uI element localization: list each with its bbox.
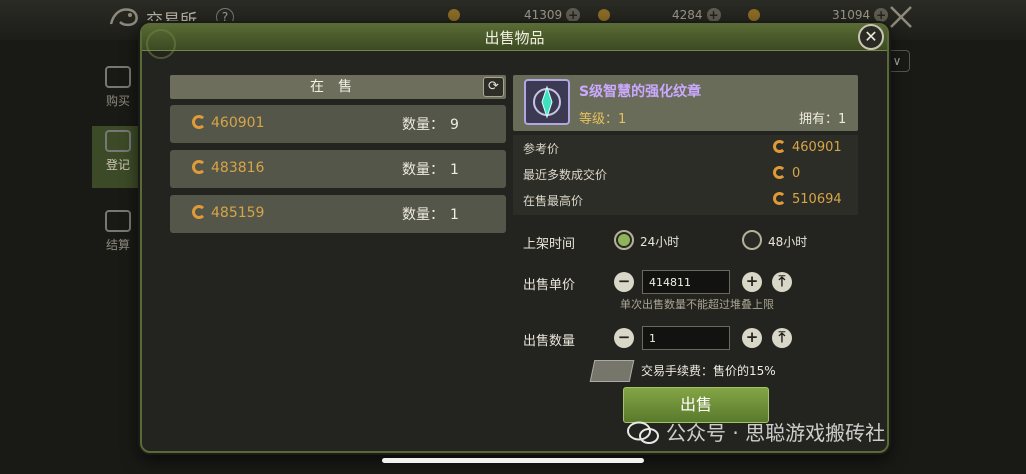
item-card: S级智慧的强化纹章 等级：1 拥有：1: [513, 75, 858, 131]
listing-quantity: 数量： 9: [402, 117, 459, 133]
quantity-minus-button[interactable]: −: [614, 328, 634, 348]
dragon-logo-icon: [109, 8, 138, 27]
currency-coin-icon: [448, 9, 460, 21]
emblem-gem-icon: [533, 85, 561, 119]
unit-price-minus-button[interactable]: −: [614, 272, 634, 292]
listing-row[interactable]: 485159 数量： 1: [170, 195, 506, 233]
coin-icon: [773, 192, 786, 205]
listing-row[interactable]: 460901 数量： 9: [170, 105, 506, 143]
sidebar-item-buy[interactable]: 购买: [92, 62, 144, 124]
coin-icon: [773, 140, 786, 153]
coin-icon: [192, 115, 206, 129]
add-currency-button[interactable]: +: [706, 8, 721, 22]
listing-price: 485159: [192, 205, 264, 221]
refresh-button[interactable]: ⟳: [483, 77, 504, 97]
add-currency-button[interactable]: +: [874, 8, 889, 22]
listing-row[interactable]: 483816 数量： 1: [170, 150, 506, 188]
unit-price-input[interactable]: [642, 270, 730, 294]
close-button[interactable]: ✕: [858, 24, 884, 50]
dialog-title: 出售物品: [142, 25, 887, 51]
unit-price-plus-button[interactable]: +: [742, 272, 762, 292]
emblem-icon: [524, 79, 570, 125]
currency-1: 41309 +: [448, 8, 581, 22]
on-sale-header: 在售: [170, 75, 506, 99]
currency-coin-icon: [598, 9, 610, 21]
item-name: S级智慧的强化纹章: [579, 84, 702, 100]
coin-icon: [773, 166, 786, 179]
add-currency-button[interactable]: +: [566, 8, 581, 22]
duration-24h-label: 24小时: [640, 235, 680, 249]
corner-ornament: [146, 29, 176, 59]
transaction-fee: 交易手续费：售价的15%: [641, 364, 776, 378]
sidebar-item-register[interactable]: 登记: [92, 126, 144, 188]
item-level: 等级：1: [579, 112, 627, 127]
duration-48h-radio[interactable]: [742, 230, 762, 250]
recent-price-row: 最近多数成交价 0: [523, 166, 801, 182]
quantity-label: 出售数量: [523, 334, 576, 349]
shop-icon: [105, 66, 131, 88]
quantity-plus-button[interactable]: +: [742, 328, 762, 348]
duration-24h-radio[interactable]: [614, 230, 634, 250]
listing-quantity: 数量： 1: [402, 162, 459, 178]
listing-price: 460901: [192, 115, 264, 131]
register-icon: [105, 130, 131, 152]
item-owned: 拥有：1: [799, 112, 847, 127]
exit-icon[interactable]: [888, 4, 914, 30]
cart-icon: [105, 210, 131, 232]
wechat-icon: [627, 421, 659, 444]
duration-48h-label: 48小时: [768, 235, 808, 249]
currency-3: 31094 +: [748, 8, 889, 22]
listing-quantity: 数量： 1: [402, 207, 459, 223]
duration-label: 上架时间: [523, 237, 576, 252]
quantity-max-button[interactable]: ⤒: [772, 328, 792, 348]
home-indicator[interactable]: [382, 458, 644, 463]
currency-coin-icon: [748, 9, 760, 21]
currency-2: 4284 +: [598, 8, 721, 22]
on-sale-panel: 在售 ⟳ 460901 数量： 9 483816 数量： 1 485159 数量： 1: [170, 75, 506, 439]
stack-limit-hint: 单次出售数量不能超过堆叠上限: [620, 298, 774, 311]
unit-price-max-button[interactable]: ⤒: [772, 272, 792, 292]
fee-ticket-icon: [589, 360, 635, 382]
price-info: 参考价 460901 最近多数成交价 0 在售最高价 510694: [513, 135, 858, 215]
reference-price-row: 参考价 460901: [523, 140, 842, 156]
highest-price-row: 在售最高价 510694: [523, 192, 842, 208]
quantity-input[interactable]: [642, 326, 730, 350]
unit-price-label: 出售单价: [523, 278, 576, 293]
sidebar-item-settle[interactable]: 结算: [92, 206, 144, 268]
coin-icon: [192, 205, 206, 219]
listing-price: 483816: [192, 160, 264, 176]
watermark: 公众号 · 思聪游戏搬砖社: [626, 418, 885, 448]
coin-icon: [192, 160, 206, 174]
